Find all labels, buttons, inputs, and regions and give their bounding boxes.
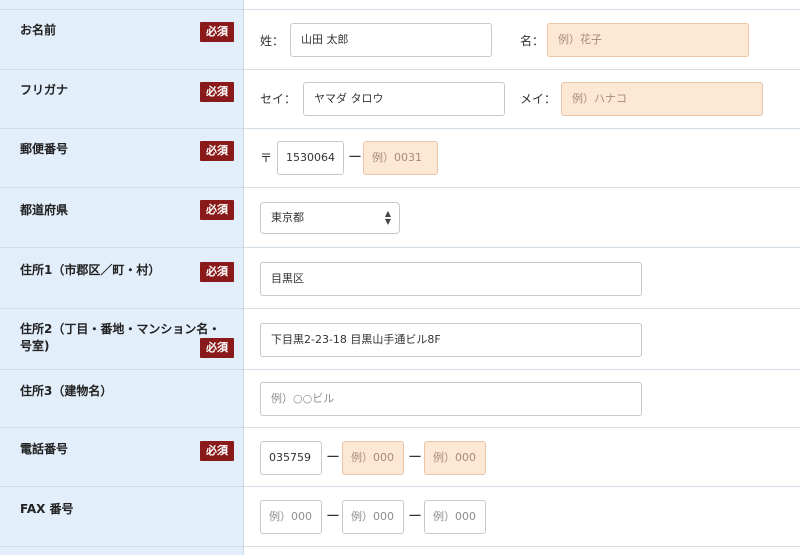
first-name-kana-input[interactable]: 例）ハナコ <box>561 82 763 116</box>
form-row-furigana: フリガナ 必須 セイ： ヤマダ タロウ メイ： 例）ハナコ <box>0 70 800 129</box>
phone-dash-2: ー <box>408 450 422 466</box>
prefecture-select[interactable]: 東京都 ▲ ▼ <box>260 202 400 234</box>
furigana-label: フリガナ <box>20 83 69 97</box>
fax-third-input[interactable]: 例）000 <box>424 500 486 534</box>
postal-second-input[interactable]: 例）0031 <box>363 141 438 175</box>
form-row-address1: 住所1（市郡区／町・村） 必須 目黒区 <box>0 248 800 309</box>
fax-dash-1: ー <box>326 509 340 525</box>
phone-label: 電話番号 <box>20 442 69 456</box>
required-badge: 必須 <box>200 200 234 220</box>
required-badge: 必須 <box>200 262 234 282</box>
postal-label: 郵便番号 <box>20 142 69 156</box>
form-row-top <box>0 0 800 10</box>
sei-kana-label: セイ： <box>260 92 297 106</box>
phone-dash-1: ー <box>326 450 340 466</box>
phone-first-input[interactable]: 035759 <box>260 441 322 475</box>
postal-first-input[interactable]: 1530064 <box>277 141 344 175</box>
phone-second-input[interactable]: 例）000 <box>342 441 404 475</box>
fax-first-input[interactable]: 例）000 <box>260 500 322 534</box>
fax-dash-2: ー <box>408 509 422 525</box>
address2-label-line1: 住所2（丁目・番地・マンション名・ <box>20 322 221 336</box>
address3-label: 住所3（建物名） <box>20 384 113 398</box>
required-badge: 必須 <box>200 82 234 102</box>
postal-dash: ー <box>348 150 362 166</box>
form-row-prefecture: 都道府県 必須 東京都 ▲ ▼ <box>0 188 800 248</box>
address1-label: 住所1（市郡区／町・村） <box>20 263 161 277</box>
form-row-address3: 住所3（建物名） 例）○○ビル <box>0 370 800 428</box>
form-row-address2: 住所2（丁目・番地・マンション名・ 号室) 必須 下目黒2-23-18 目黒山手… <box>0 309 800 370</box>
prefecture-label: 都道府県 <box>20 203 69 217</box>
first-name-input[interactable]: 例）花子 <box>547 23 749 57</box>
sei-label: 姓： <box>260 34 285 48</box>
mei-kana-label: メイ： <box>520 92 557 106</box>
mei-label: 名： <box>520 34 545 48</box>
contact-form: お名前 必須 姓： 山田 太郎 名： 例）花子 フリガナ 必須 セイ： ヤマダ … <box>0 0 800 555</box>
fax-label: FAX 番号 <box>20 502 74 516</box>
address2-label-line2: 号室) <box>20 339 50 353</box>
form-row-fax: FAX 番号 例）000 ー 例）000 ー 例）000 <box>0 487 800 547</box>
form-row-name: お名前 必須 姓： 山田 太郎 名： 例）花子 <box>0 10 800 70</box>
prefecture-selected: 東京都 <box>271 211 304 224</box>
name-label: お名前 <box>20 23 57 37</box>
fax-second-input[interactable]: 例）000 <box>342 500 404 534</box>
required-badge: 必須 <box>200 441 234 461</box>
address2-input[interactable]: 下目黒2-23-18 目黒山手通ビル8F <box>260 323 642 357</box>
required-badge: 必須 <box>200 141 234 161</box>
form-row-phone: 電話番号 必須 035759 ー 例）000 ー 例）000 <box>0 428 800 487</box>
last-name-kana-input[interactable]: ヤマダ タロウ <box>303 82 505 116</box>
required-badge: 必須 <box>200 338 234 358</box>
select-arrows-icon: ▲ ▼ <box>384 209 392 226</box>
last-name-input[interactable]: 山田 太郎 <box>290 23 492 57</box>
form-row-postal: 郵便番号 必須 〒 1530064 ー 例）0031 <box>0 129 800 188</box>
phone-third-input[interactable]: 例）000 <box>424 441 486 475</box>
postal-mark: 〒 <box>260 151 273 165</box>
address1-input[interactable]: 目黒区 <box>260 262 642 296</box>
address3-input[interactable]: 例）○○ビル <box>260 382 642 416</box>
required-badge: 必須 <box>200 22 234 42</box>
